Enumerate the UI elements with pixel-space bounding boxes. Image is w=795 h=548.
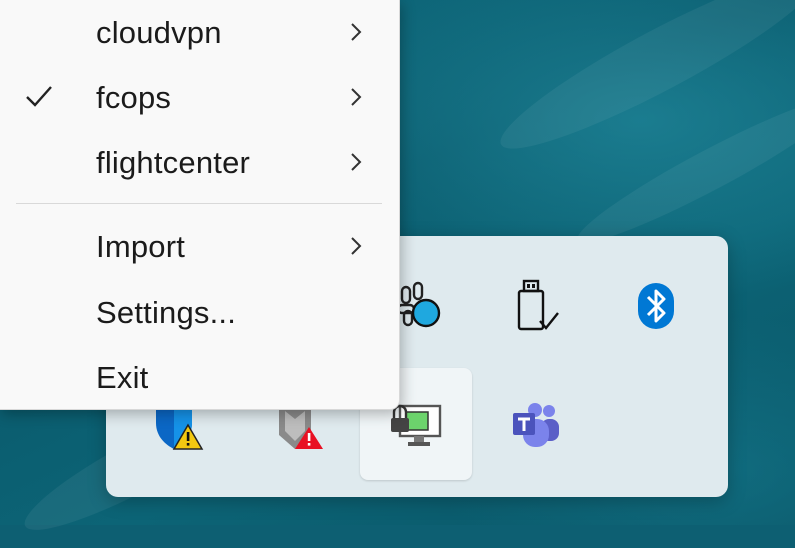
menu-item-label: Exit <box>96 360 149 395</box>
teams-icon[interactable] <box>480 370 592 482</box>
menu-item-settings[interactable]: Settings... <box>0 283 399 343</box>
context-menu: cloudvpn fcops flightcenter Import Setti… <box>0 0 400 410</box>
checkmark-icon <box>26 86 52 107</box>
menu-item-flightcenter[interactable]: flightcenter <box>0 133 399 193</box>
menu-item-exit[interactable]: Exit <box>0 348 399 408</box>
menu-separator <box>16 203 382 204</box>
chevron-right-icon <box>351 153 362 171</box>
menu-item-label: Import <box>96 229 186 264</box>
menu-item-label: fcops <box>96 80 172 115</box>
menu-item-fcops[interactable]: fcops <box>0 68 399 128</box>
usb-drive-icon[interactable] <box>482 250 594 362</box>
chevron-right-icon <box>351 237 362 255</box>
bluetooth-icon[interactable] <box>600 250 712 362</box>
menu-item-label: Settings... <box>96 295 237 330</box>
menu-item-cloudvpn[interactable]: cloudvpn <box>0 3 399 63</box>
chevron-right-icon <box>351 88 362 106</box>
menu-item-label: cloudvpn <box>96 15 222 50</box>
menu-item-import[interactable]: Import <box>0 217 399 277</box>
chevron-right-icon <box>351 23 362 41</box>
menu-item-label: flightcenter <box>96 145 251 180</box>
